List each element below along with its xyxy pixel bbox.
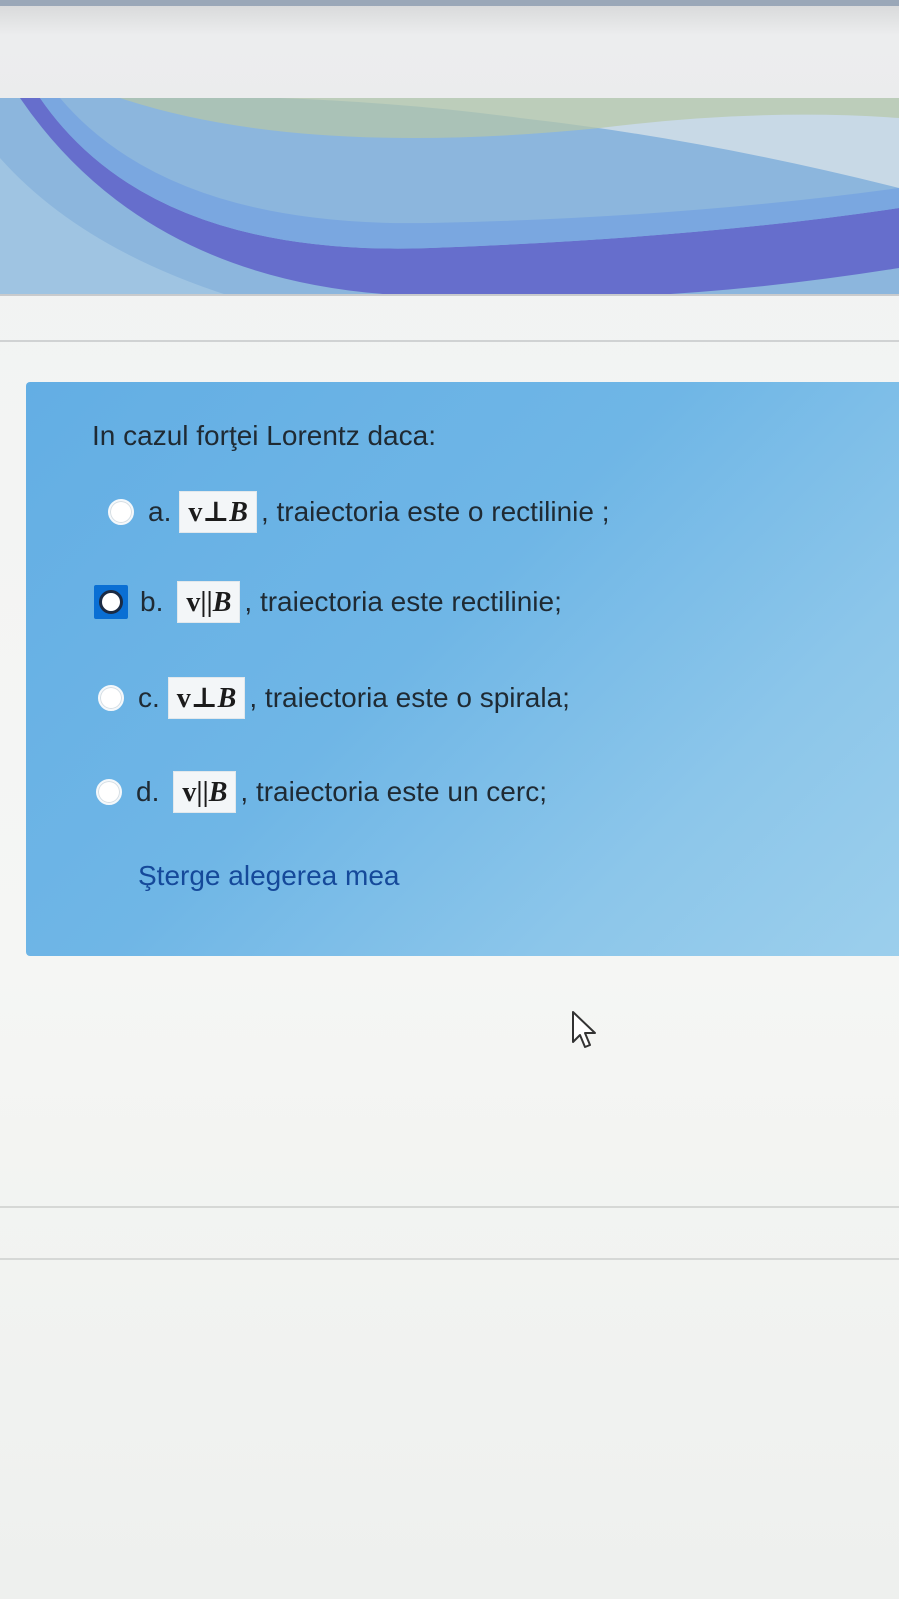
radio-button[interactable] [96, 779, 122, 805]
clear-choice-link[interactable]: Şterge alegerea mea [138, 860, 400, 892]
math-expression: v||B [177, 581, 241, 623]
banner-graphic [0, 98, 899, 296]
question-card: In cazul forţei Lorentz daca: a. v⊥B , t… [26, 382, 899, 956]
math-expression: v⊥B [167, 677, 246, 719]
option-text: , traiectoria este rectilinie; [244, 586, 562, 617]
option-text: , traiectoria este un cerc; [240, 776, 547, 807]
option-b[interactable]: b. v||B , traiectoria este rectilinie; [94, 578, 562, 626]
option-letter: c. [138, 682, 160, 713]
option-text: , traiectoria este o spirala; [249, 682, 570, 713]
option-letter: a. [148, 496, 172, 527]
top-strip [0, 0, 899, 104]
page: In cazul forţei Lorentz daca: a. v⊥B , t… [0, 0, 899, 1599]
mouse-pointer-icon [572, 1011, 596, 1048]
radio-button[interactable] [98, 685, 124, 711]
math-expression: v||B [173, 771, 237, 813]
option-letter: d. [136, 776, 160, 807]
radio-button-selected[interactable] [99, 590, 123, 614]
divider [0, 1258, 899, 1260]
option-text: , traiectoria este o rectilinie ; [260, 496, 610, 527]
option-letter: b. [140, 586, 164, 617]
radio-focus-ring[interactable] [94, 585, 128, 619]
radio-button[interactable] [108, 499, 134, 525]
divider [0, 294, 899, 296]
divider [0, 340, 899, 342]
question-prompt: In cazul forţei Lorentz daca: [92, 420, 436, 451]
option-a[interactable]: a. v⊥B , traiectoria este o rectilinie ; [108, 488, 610, 536]
option-d[interactable]: d. v||B , traiectoria este un cerc; [96, 768, 547, 816]
header-banner [0, 98, 899, 296]
divider [0, 1206, 899, 1208]
math-expression: v⊥B [179, 491, 257, 533]
option-c[interactable]: c. v⊥B , traiectoria este o spirala; [98, 674, 570, 722]
